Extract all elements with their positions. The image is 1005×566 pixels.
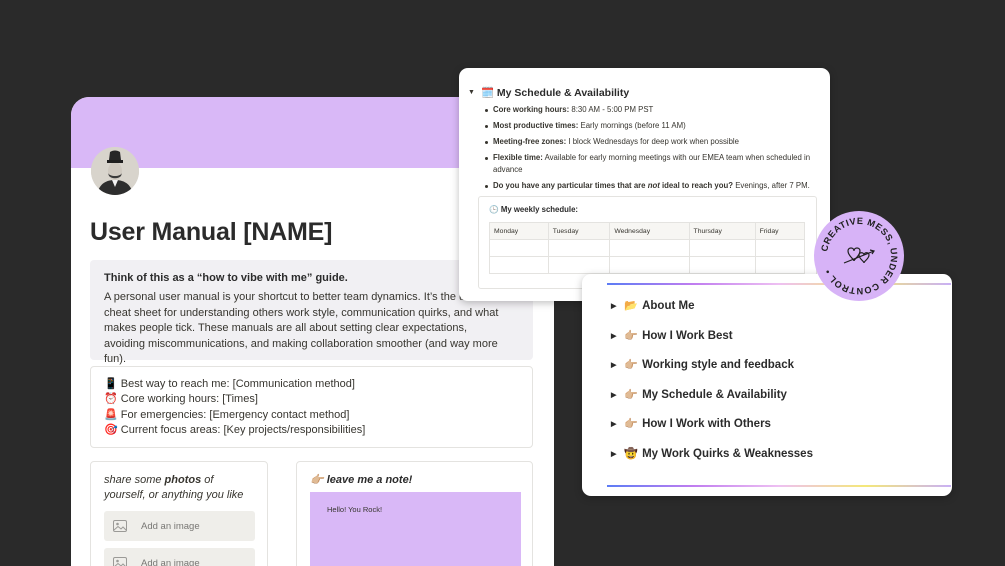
table-cell[interactable]	[547, 239, 611, 257]
col-friday[interactable]: Friday	[754, 222, 806, 240]
table-cell[interactable]	[754, 256, 806, 274]
toggle-label: About Me	[642, 299, 695, 312]
toggle-label: My Work Quirks & Weaknesses	[642, 447, 813, 460]
list-item: Meeting-free zones: I block Wednesdays f…	[485, 136, 815, 148]
list-item: Flexible time: Available for early morni…	[485, 152, 815, 176]
toggle-label: Working style and feedback	[642, 358, 794, 371]
hearts-arrow-icon	[843, 247, 875, 264]
list-item: Most productive times: Early mornings (b…	[485, 120, 815, 132]
add-image-label: Add an image	[141, 520, 200, 532]
pointing-hand-icon: 👉🏼	[624, 359, 639, 371]
toggle-triangle-icon: ▶	[611, 391, 617, 399]
fact-focus: 🎯 Current focus areas: [Key projects/res…	[104, 424, 366, 437]
pointing-hand-icon: 👉🏼	[624, 330, 639, 342]
table-row	[489, 239, 806, 257]
toggle-about-me[interactable]: ▶ 📂 About Me	[611, 299, 695, 313]
list-item: Core working hours: 8:30 AM - 5:00 PM PS…	[485, 104, 815, 116]
cowboy-face-icon: 🤠	[624, 448, 639, 460]
toggle-schedule[interactable]: ▶ 👉🏼 My Schedule & Availability	[611, 388, 787, 402]
add-image-label-2: Add an image	[141, 557, 200, 566]
pointing-hand-icon: 👉🏼	[624, 418, 639, 430]
folder-icon: 📂	[624, 300, 639, 312]
col-wednesday[interactable]: Wednesday	[609, 222, 690, 240]
toggle-working-style[interactable]: ▶ 👉🏼 Working style and feedback	[611, 358, 794, 372]
table-cell[interactable]	[754, 239, 806, 257]
toggle-list-card: ▶ 📂 About Me ▶ 👉🏼 How I Work Best ▶ 👉🏼 Working…	[582, 274, 952, 496]
photos-label: share some photos of yourself, or anythi…	[104, 474, 244, 501]
toggle-triangle-icon: ▶	[611, 302, 617, 310]
toggle-label: How I Work with Others	[642, 417, 771, 430]
fact-hours: ⏰ Core working hours: [Times]	[104, 393, 258, 406]
page-title: User Manual [NAME]	[90, 218, 333, 246]
add-image-button-2[interactable]: Add an image	[104, 548, 255, 566]
sticky-note-text: Hello! You Rock!	[327, 505, 383, 514]
avatar[interactable]	[91, 147, 139, 195]
toggle-quirks[interactable]: ▶ 🤠 My Work Quirks & Weaknesses	[611, 447, 813, 461]
creative-mess-badge: CREATIVE MESS, UNDER CONTROL •	[814, 211, 904, 301]
toggle-label: How I Work Best	[642, 329, 733, 342]
table-cell[interactable]	[489, 239, 549, 257]
pointing-hand-icon: 👉🏼	[624, 389, 639, 401]
image-icon	[113, 557, 127, 566]
schedule-card: ▼ 🗓️ My Schedule & Availability Core wor…	[459, 68, 830, 301]
table-cell[interactable]	[688, 239, 756, 257]
table-row	[489, 256, 806, 274]
toggle-triangle-icon: ▶	[611, 450, 617, 458]
quick-facts-block: 📱 Best way to reach me: [Communication m…	[90, 366, 533, 448]
weekly-title: 🕒 My weekly schedule:	[489, 205, 579, 214]
photos-block: share some photos of yourself, or anythi…	[90, 461, 268, 566]
table-cell[interactable]	[609, 239, 690, 257]
toggle-how-i-work-best[interactable]: ▶ 👉🏼 How I Work Best	[611, 329, 733, 343]
toggle-triangle-icon: ▼	[468, 89, 475, 96]
callout-title: Think of this as a “how to vibe with me”…	[104, 272, 348, 284]
sticky-note[interactable]: Hello! You Rock!	[310, 492, 521, 566]
toggle-triangle-icon: ▶	[611, 420, 617, 428]
toggle-triangle-icon: ▶	[611, 361, 617, 369]
list-item: Do you have any particular times that ar…	[485, 180, 815, 192]
col-monday[interactable]: Monday	[489, 222, 549, 240]
schedule-title: 🗓️ My Schedule & Availability	[480, 87, 630, 99]
weekly-table: Monday Tuesday Wednesday Thursday Friday	[489, 222, 806, 274]
toggle-label: My Schedule & Availability	[642, 388, 787, 401]
col-tuesday[interactable]: Tuesday	[547, 222, 611, 240]
note-block: 👉🏼 leave me a note! Hello! You Rock!	[296, 461, 533, 566]
schedule-list: Core working hours: 8:30 AM - 5:00 PM PS…	[485, 104, 815, 196]
fact-emergencies: 🚨 For emergencies: [Emergency contact me…	[104, 408, 350, 421]
col-thursday[interactable]: Thursday	[688, 222, 756, 240]
toggle-triangle-icon: ▶	[611, 332, 617, 340]
table-cell[interactable]	[547, 256, 611, 274]
table-cell[interactable]	[609, 256, 690, 274]
gradient-divider-bottom	[607, 485, 951, 487]
fact-reach: 📱 Best way to reach me: [Communication m…	[104, 378, 355, 390]
schedule-toggle[interactable]: ▼ 🗓️ My Schedule & Availability	[468, 86, 629, 99]
toggle-work-with-others[interactable]: ▶ 👉🏼 How I Work with Others	[611, 417, 771, 431]
callout-body: A personal user manual is your shortcut …	[104, 291, 499, 365]
image-icon	[113, 520, 127, 532]
table-header-row: Monday Tuesday Wednesday Thursday Friday	[489, 222, 806, 240]
add-image-button[interactable]: Add an image	[104, 511, 255, 541]
table-cell[interactable]	[688, 256, 756, 274]
table-cell[interactable]	[489, 256, 549, 274]
note-label: 👉🏼 leave me a note!	[310, 474, 413, 486]
